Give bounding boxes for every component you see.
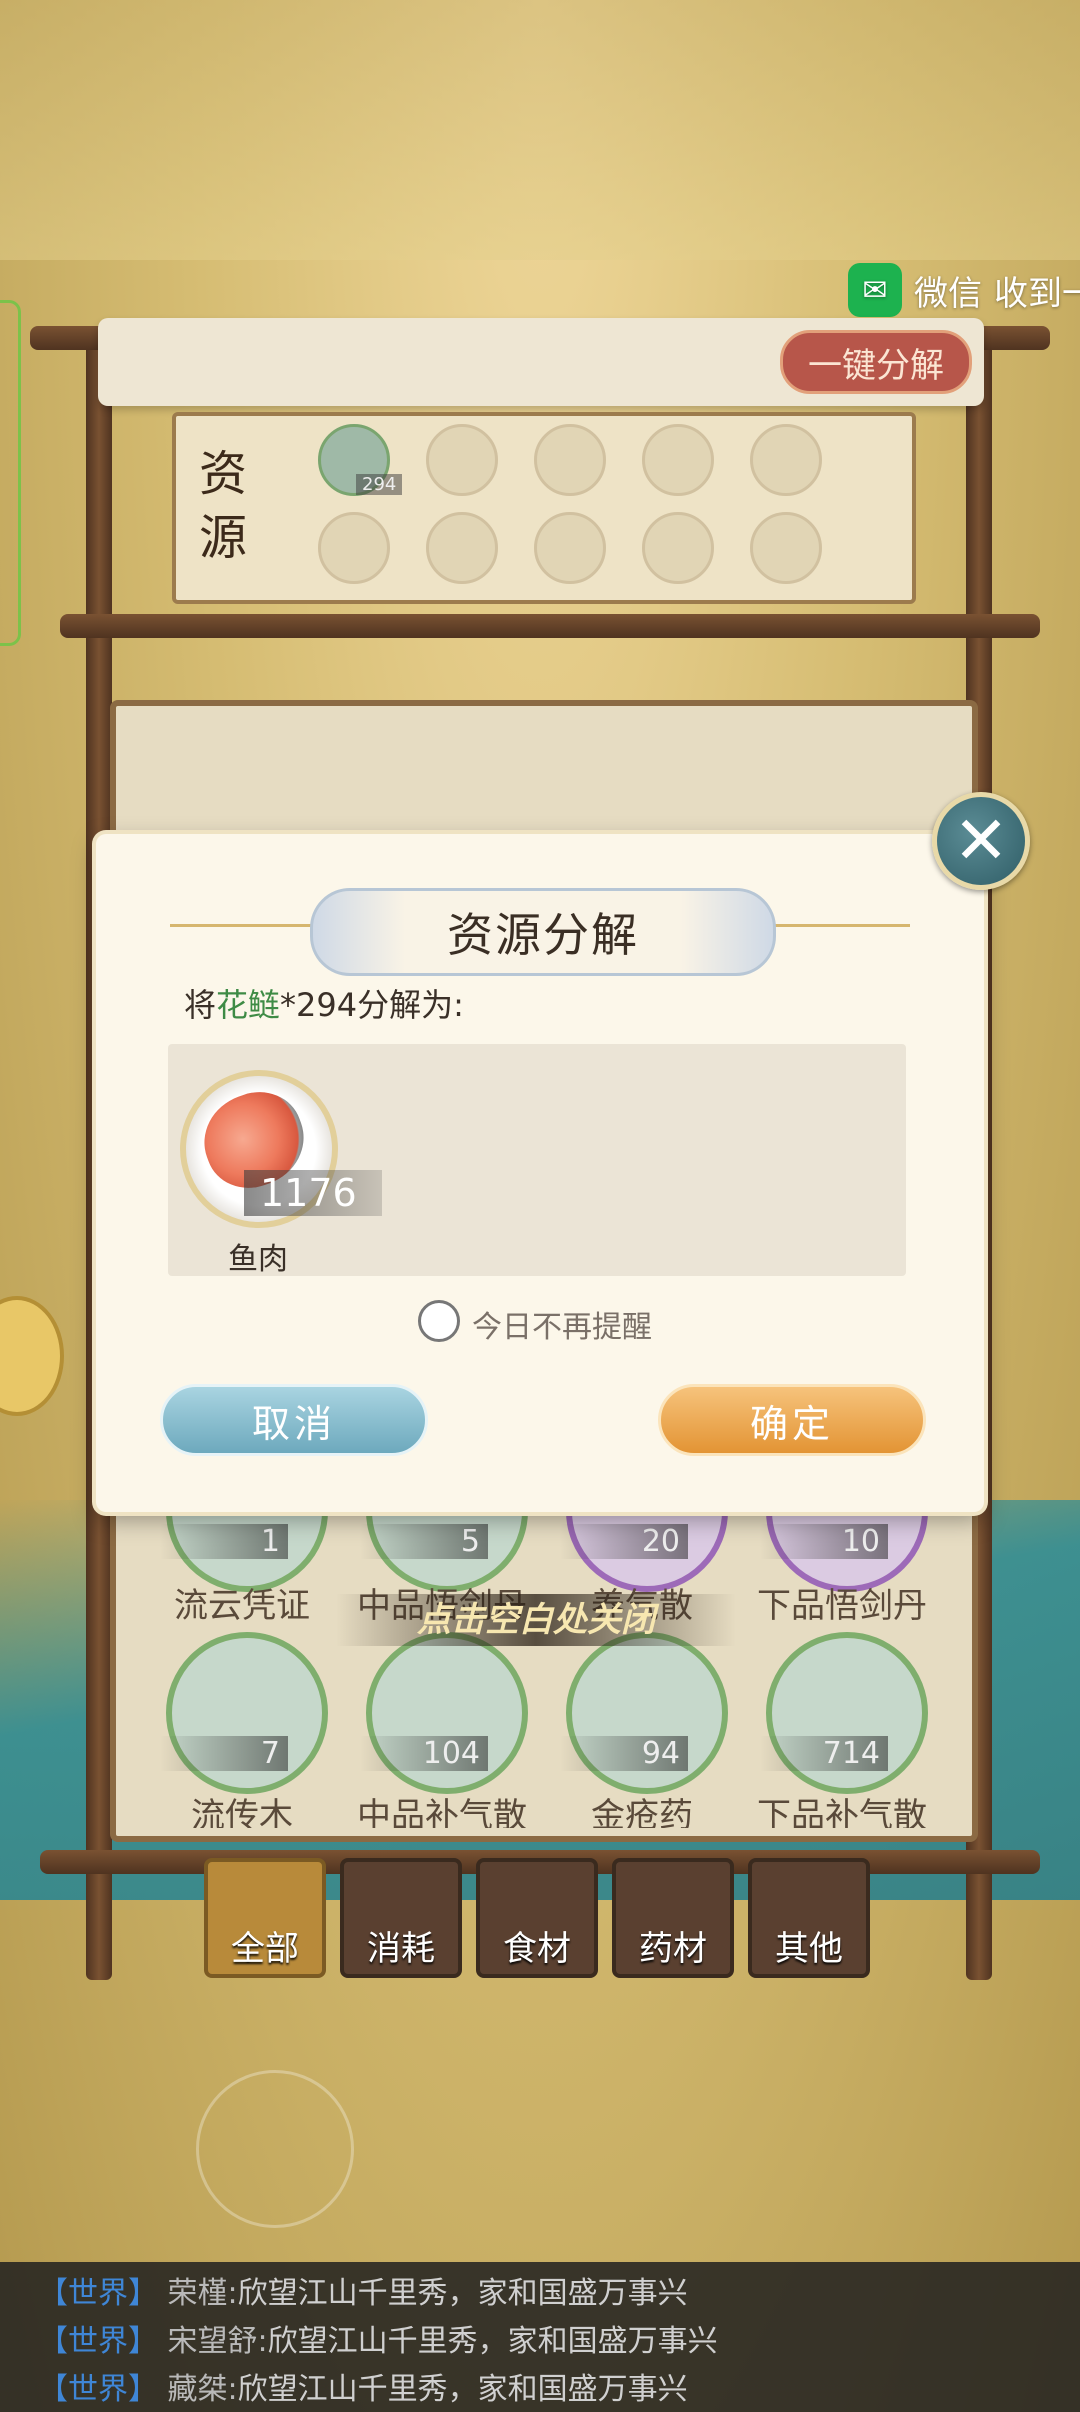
chat-line: 【世界】 荣槿:欣望江山千里秀，家和国盛万事兴 (38, 2268, 688, 2312)
game-screen[interactable]: ✉ 微信 收到一 一键分解 资 源 294 1 流云凭证 5 中品悟剑丹 20 … (0, 0, 1080, 2412)
desc-suffix: *294分解为: (280, 986, 464, 1024)
tab-other[interactable]: 其他 (748, 1858, 870, 1978)
chat-channel: 【世界】 (38, 2276, 158, 2311)
inventory-item-count: 5 (360, 1524, 488, 1559)
notification-app: 微信 (914, 273, 982, 314)
inventory-item-name: 下品补气散 (757, 1796, 927, 1828)
chat-line: 【世界】 宋望舒:欣望江山千里秀，家和国盛万事兴 (38, 2316, 718, 2360)
resource-slot[interactable] (642, 512, 714, 584)
chat-message: 欣望江山千里秀，家和国盛万事兴 (237, 2372, 688, 2407)
confirm-button[interactable]: 确定 (658, 1384, 926, 1456)
inventory-item-name: 金疮药 (591, 1796, 693, 1828)
tab-herb[interactable]: 药材 (612, 1858, 734, 1978)
reward-name: 鱼肉 (228, 1242, 288, 1277)
chat-message: 欣望江山千里秀，家和国盛万事兴 (267, 2324, 718, 2359)
tab-consumable[interactable]: 消耗 (340, 1858, 462, 1978)
desc-prefix: 将 (184, 986, 217, 1024)
inventory-item-count: 7 (160, 1736, 288, 1771)
inventory-item-count: 10 (760, 1524, 888, 1559)
dialog-title-banner: 资源分解 (310, 888, 776, 976)
cancel-button[interactable]: 取消 (160, 1384, 428, 1456)
chat-channel: 【世界】 (38, 2324, 158, 2359)
dont-remind-label[interactable]: 今日不再提醒 (472, 1302, 652, 1346)
inventory-item-name: 中品补气散 (357, 1796, 527, 1828)
world-chat-panel[interactable]: 【世界】 荣槿:欣望江山千里秀，家和国盛万事兴 【世界】 宋望舒:欣望江山千里秀… (0, 2262, 1080, 2412)
title-ornament-left (170, 924, 320, 927)
resource-slot[interactable] (534, 424, 606, 496)
resource-slot[interactable] (642, 424, 714, 496)
inventory-item-count: 94 (560, 1736, 688, 1771)
virtual-joystick[interactable] (196, 2070, 354, 2228)
inventory-item-name: 流传木 (191, 1796, 293, 1828)
resource-slot[interactable] (750, 424, 822, 496)
chat-line: 【世界】 藏桀:欣望江山千里秀，家和国盛万事兴 (38, 2364, 688, 2408)
chat-user: 荣槿: (167, 2276, 238, 2311)
chat-channel: 【世界】 (38, 2372, 158, 2407)
reward-count: 1176 (244, 1170, 382, 1216)
resource-slot[interactable] (534, 512, 606, 584)
wechat-notification[interactable]: ✉ 微信 收到一 (848, 262, 1080, 318)
resource-label: 资 源 (196, 442, 250, 570)
one-key-decompose-button[interactable]: 一键分解 (780, 330, 972, 394)
close-button[interactable]: ✕ (932, 792, 1030, 890)
chat-user: 藏桀: (167, 2372, 238, 2407)
side-panel-handle[interactable] (0, 300, 21, 646)
resource-label-line2: 源 (198, 510, 247, 566)
chat-bubble-button[interactable] (0, 1296, 64, 1416)
notification-text: 收到一 (994, 273, 1080, 314)
tab-all[interactable]: 全部 (204, 1858, 326, 1978)
resource-slot-count: 294 (356, 474, 403, 495)
inventory-item-name: 下品悟剑丹 (757, 1586, 927, 1626)
inventory-item-name: 流云凭证 (174, 1586, 310, 1626)
chat-user: 宋望舒: (167, 2324, 268, 2359)
wechat-icon: ✉ (848, 263, 902, 317)
resource-slot[interactable] (426, 512, 498, 584)
category-tabs: 全部 消耗 食材 药材 其他 (204, 1858, 870, 1978)
decompose-description: 将花鲢*294分解为: (184, 980, 464, 1026)
inventory-item-count: 714 (760, 1736, 888, 1771)
inventory-item-count: 104 (360, 1736, 488, 1771)
title-ornament-right (760, 924, 910, 927)
board-mid-beam (60, 614, 1040, 638)
dont-remind-checkbox[interactable] (418, 1300, 460, 1342)
desc-item-name: 花鲢 (216, 986, 281, 1024)
resource-label-line1: 资 (198, 446, 247, 502)
resource-slot[interactable] (426, 424, 498, 496)
resource-slot[interactable] (318, 512, 390, 584)
chat-message: 欣望江山千里秀，家和国盛万事兴 (237, 2276, 688, 2311)
resource-slot[interactable] (750, 512, 822, 584)
dialog-title: 资源分解 (447, 908, 639, 962)
tap-blank-to-close-hint: 点击空白处关闭 (336, 1594, 736, 1646)
tab-ingredient[interactable]: 食材 (476, 1858, 598, 1978)
close-icon: ✕ (953, 802, 1009, 879)
inventory-item-count: 20 (560, 1524, 688, 1559)
inventory-item-count: 1 (160, 1524, 288, 1559)
background-terrain (0, 0, 1080, 260)
